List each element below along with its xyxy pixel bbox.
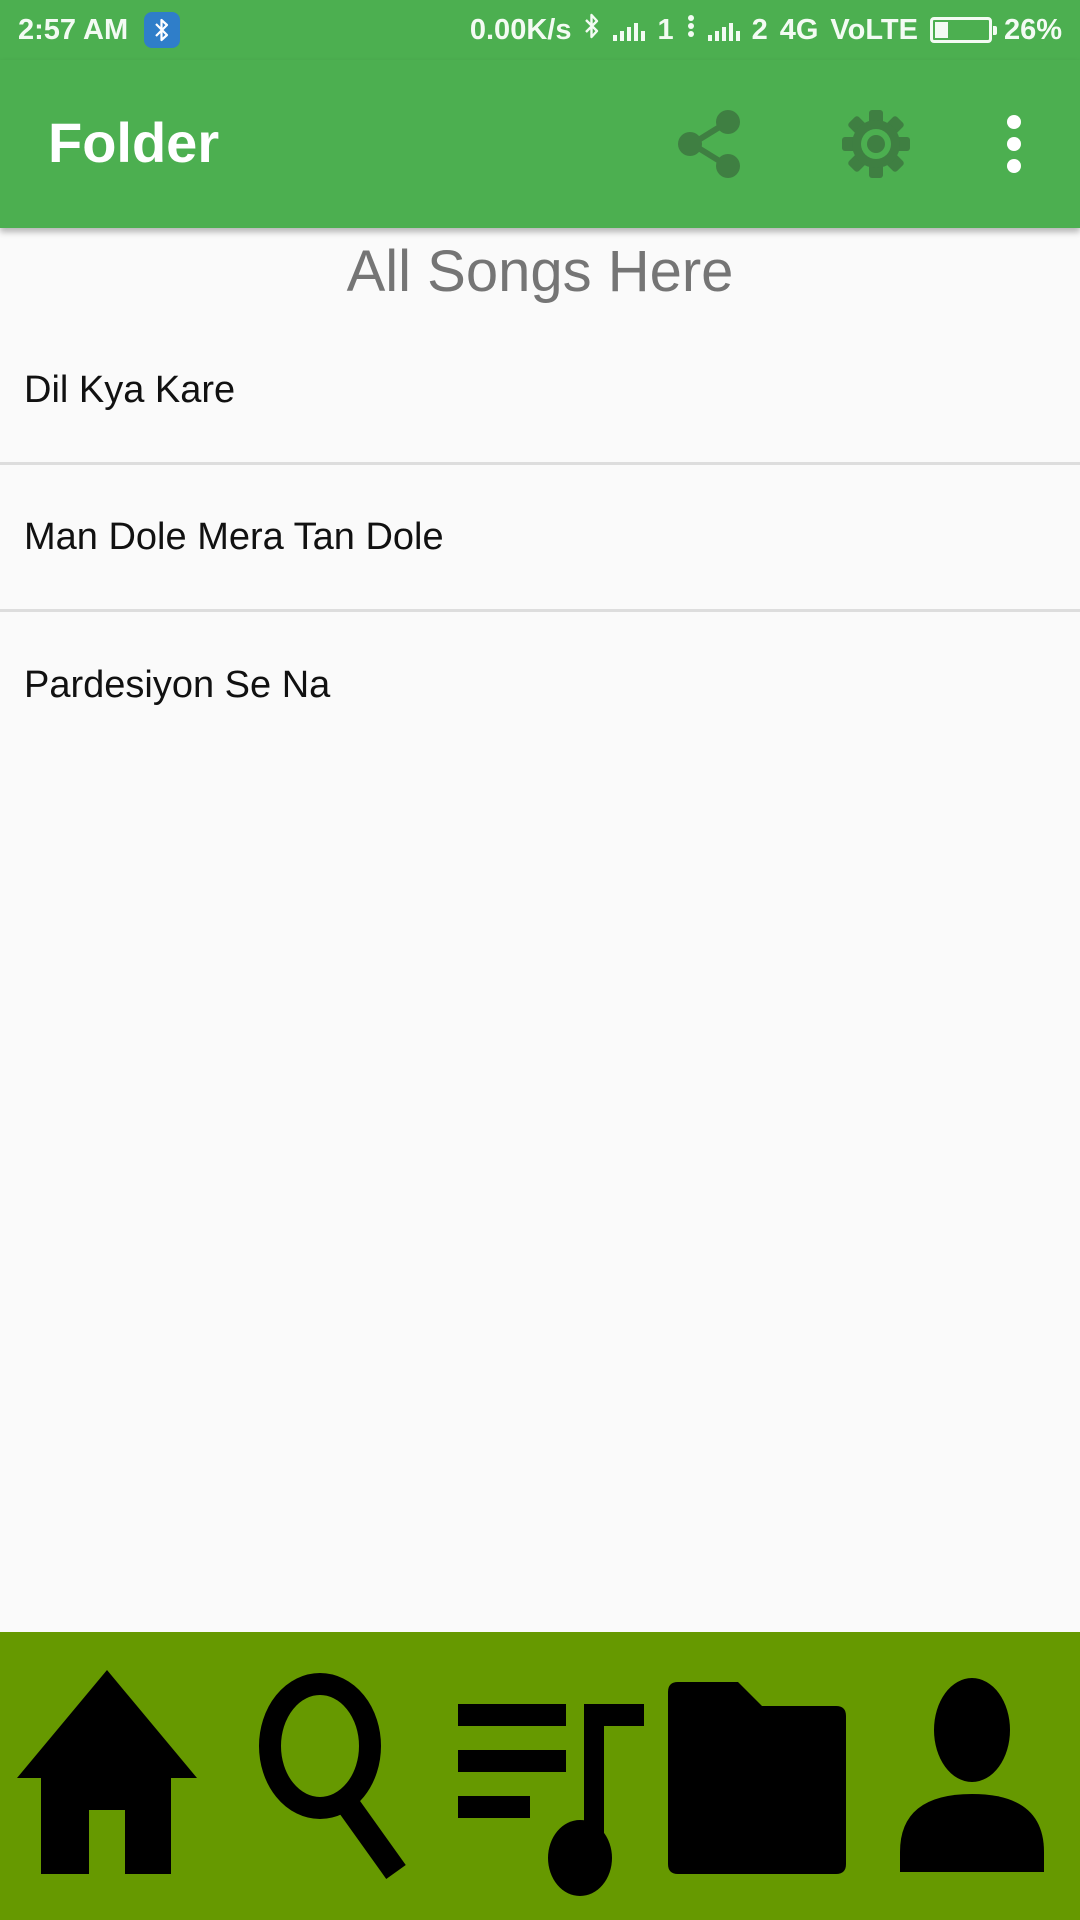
bluetooth-notification-icon	[144, 12, 181, 48]
list-item[interactable]: Man Dole Mera Tan Dole	[0, 465, 1080, 612]
battery-fill	[934, 22, 949, 38]
list-item[interactable]: Pardesiyon Se Na	[0, 612, 1080, 759]
volte-label: VoLTE	[830, 13, 918, 46]
network-speed: 0.00K/s	[469, 13, 572, 46]
share-button[interactable]	[668, 104, 748, 184]
song-list: Dil Kya Kare Man Dole Mera Tan Dole Pard…	[0, 318, 1080, 759]
nav-profile[interactable]	[864, 1632, 1080, 1920]
network-type: 4G	[779, 13, 819, 46]
song-title: Dil Kya Kare	[24, 368, 236, 411]
status-time: 2:57 AM	[18, 13, 129, 46]
nav-folder[interactable]	[648, 1632, 864, 1920]
search-icon	[259, 1673, 406, 1879]
signal-icon	[613, 19, 646, 41]
more-options-button[interactable]	[974, 104, 1054, 184]
folder-icon	[668, 1682, 846, 1874]
app-bar: Folder	[0, 60, 1080, 228]
settings-button[interactable]	[836, 104, 916, 184]
signal-icon	[707, 19, 740, 41]
status-left: 2:57 AM	[18, 12, 181, 48]
status-bar: 2:57 AM 0.00K/s 1 2 4G VoLTE 26%	[0, 0, 1080, 60]
playlist-icon	[458, 1704, 644, 1896]
status-right: 0.00K/s 1 2 4G VoLTE 26%	[470, 12, 1062, 48]
bluetooth-icon	[583, 12, 601, 48]
content-area: All Songs Here Dil Kya Kare Man Dole Mer…	[0, 228, 1080, 1632]
sim2-label: 2	[751, 13, 768, 46]
song-title: Man Dole Mera Tan Dole	[24, 515, 444, 558]
sim1-label: 1	[657, 13, 674, 46]
page-title: Folder	[48, 111, 220, 174]
home-icon	[17, 1670, 197, 1874]
nav-search[interactable]	[216, 1632, 432, 1920]
list-item[interactable]: Dil Kya Kare	[0, 318, 1080, 465]
battery-percent: 26%	[1003, 13, 1062, 46]
profile-icon	[900, 1678, 1044, 1872]
dual-sim-icon	[686, 13, 696, 47]
nav-playlist[interactable]	[432, 1632, 648, 1920]
app-screen: 2:57 AM 0.00K/s 1 2 4G VoLTE 26% Folder …	[0, 0, 1080, 1920]
settings-icon	[842, 110, 910, 178]
share-icon	[678, 110, 740, 178]
section-heading: All Songs Here	[346, 239, 734, 304]
battery-icon	[929, 17, 997, 43]
nav-home[interactable]	[0, 1632, 216, 1920]
song-title: Pardesiyon Se Na	[24, 664, 331, 706]
more-vert-icon	[1007, 115, 1021, 173]
bottom-navigation	[0, 1632, 1080, 1920]
